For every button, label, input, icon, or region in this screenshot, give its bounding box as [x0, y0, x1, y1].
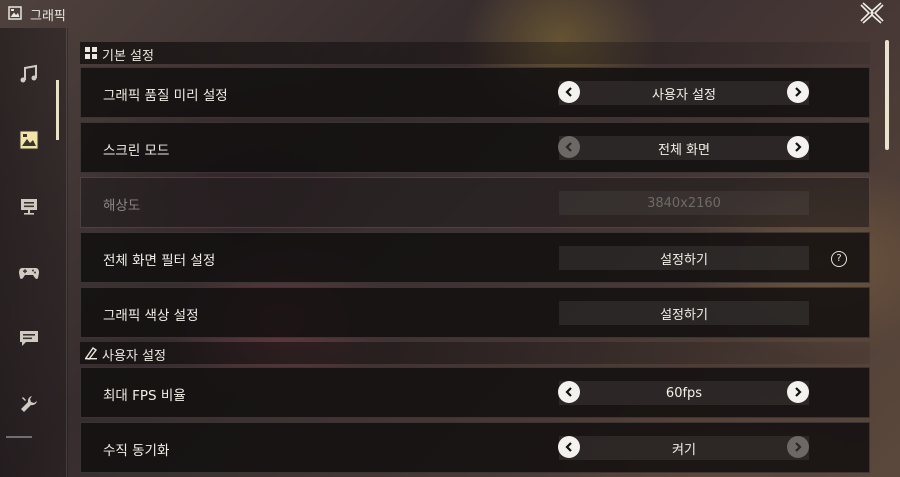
sidebar-item-graphics[interactable]: [0, 116, 58, 164]
setting-label: 전체 화면 필터 설정: [103, 253, 216, 269]
setting-label: 스크린 모드: [103, 143, 170, 159]
gamepad-icon: [19, 268, 39, 279]
setting-row-fullscreen-filter: 전체 화면 필터 설정 설정하기 ?: [80, 232, 870, 283]
previous-option-button[interactable]: [558, 436, 580, 458]
next-option-button[interactable]: [787, 136, 809, 158]
setting-label: 최대 FPS 비율: [103, 388, 186, 404]
sidebar-item-sound[interactable]: [0, 50, 58, 98]
scrollbar-thumb[interactable]: [885, 40, 889, 150]
setting-label: 수직 동기화: [103, 443, 170, 459]
close-button[interactable]: [858, 0, 886, 26]
previous-option-button[interactable]: [558, 136, 580, 158]
setting-value: 전체 화면: [559, 136, 809, 160]
display-icon: [21, 199, 37, 215]
wrench-icon: [21, 396, 37, 412]
chevron-right-icon: [795, 442, 802, 452]
next-option-button[interactable]: [787, 436, 809, 458]
chevron-left-icon: [565, 442, 572, 452]
graphics-icon: [8, 6, 22, 20]
setting-row-screen-mode: 스크린 모드 전체 화면: [80, 122, 870, 173]
previous-option-button[interactable]: [558, 81, 580, 103]
section-title: 기본 설정: [102, 49, 154, 64]
page-title: 그래픽: [30, 9, 66, 24]
music-icon: [20, 64, 37, 83]
setting-row-color-settings: 그래픽 색상 설정 설정하기: [80, 287, 870, 338]
sidebar-item-tools[interactable]: [0, 380, 58, 428]
sidebar-divider: [66, 28, 67, 477]
setting-row-vsync: 수직 동기화 켜기: [80, 422, 870, 473]
chevron-right-icon: [795, 142, 802, 152]
active-tab-indicator: [56, 80, 59, 140]
chevron-left-icon: [565, 387, 572, 397]
section-header-basic: 기본 설정: [80, 42, 870, 64]
setting-row-resolution: 해상도 3840x2160: [80, 177, 870, 228]
top-bar: 그래픽: [0, 0, 900, 28]
graphics-icon: [19, 130, 39, 150]
sidebar-item-display[interactable]: [0, 182, 58, 230]
next-option-button[interactable]: [787, 81, 809, 103]
configure-button[interactable]: 설정하기: [559, 301, 809, 325]
chevron-right-icon: [795, 87, 802, 97]
section-title: 사용자 설정: [102, 349, 166, 364]
sidebar-item-chat[interactable]: [0, 314, 58, 362]
next-option-button[interactable]: [787, 381, 809, 403]
help-icon[interactable]: ?: [831, 251, 847, 267]
configure-button[interactable]: 설정하기: [559, 246, 809, 270]
setting-value: 3840x2160: [559, 191, 809, 215]
setting-value: 켜기: [559, 436, 809, 460]
sliders-icon: [84, 347, 98, 360]
setting-label: 그래픽 색상 설정: [103, 308, 199, 324]
setting-label: 해상도: [103, 198, 141, 214]
sidebar-item-controller[interactable]: [0, 248, 58, 296]
sidebar-bottom-marker: [6, 436, 32, 438]
setting-value: 사용자 설정: [559, 81, 809, 105]
setting-value: 60fps: [559, 381, 809, 405]
chevron-left-icon: [565, 87, 572, 97]
setting-label: 그래픽 품질 미리 설정: [103, 88, 228, 104]
section-header-custom: 사용자 설정: [80, 342, 870, 364]
previous-option-button[interactable]: [558, 381, 580, 403]
chevron-left-icon: [565, 142, 572, 152]
setting-row-quality-preset: 그래픽 품질 미리 설정 사용자 설정: [80, 67, 870, 118]
grid-icon: [85, 47, 97, 59]
setting-row-max-fps: 최대 FPS 비율 60fps: [80, 367, 870, 418]
chat-icon: [20, 331, 38, 346]
close-icon: [860, 2, 884, 24]
chevron-right-icon: [795, 387, 802, 397]
